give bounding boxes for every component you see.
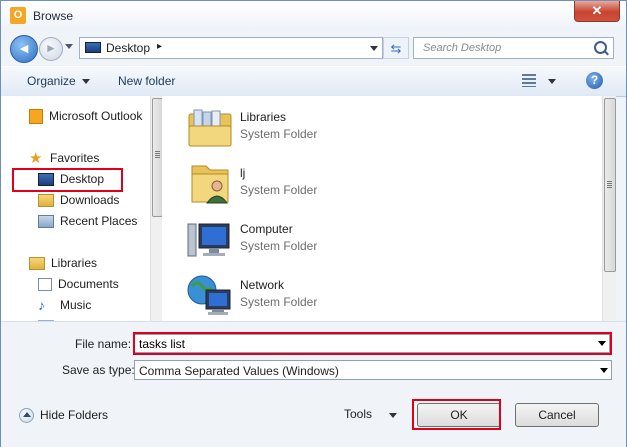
- music-icon: ♪: [38, 297, 45, 314]
- save-as-type-value: Comma Separated Values (Windows): [139, 364, 339, 378]
- grip-icon: [607, 181, 612, 188]
- hide-folders-button[interactable]: Hide Folders: [19, 408, 109, 424]
- change-view-icon[interactable]: [522, 74, 536, 87]
- back-button[interactable]: ◄: [10, 35, 38, 63]
- address-bar[interactable]: Desktop ▸: [79, 37, 383, 59]
- organize-button[interactable]: Organize: [27, 74, 90, 88]
- hide-folders-label: Hide Folders: [40, 408, 109, 422]
- sidebar-item-label: Documents: [58, 277, 119, 291]
- network-icon: [187, 275, 231, 315]
- forward-button[interactable]: ►: [39, 37, 63, 61]
- close-button[interactable]: ✕: [574, 1, 620, 22]
- save-as-type-select[interactable]: Comma Separated Values (Windows): [134, 360, 612, 380]
- file-name: Network: [240, 278, 285, 292]
- file-name: Computer: [240, 222, 293, 236]
- file-type: System Folder: [240, 295, 318, 309]
- sidebar-item-label: Favorites: [50, 151, 100, 165]
- file-name-label: File name:: [75, 337, 132, 351]
- tools-button[interactable]: Tools: [344, 407, 372, 421]
- file-name-input[interactable]: [134, 334, 610, 353]
- ok-button[interactable]: OK: [417, 403, 501, 427]
- save-options-panel: File name: Save as type: Comma Separated…: [1, 321, 626, 447]
- tools-dropdown-icon[interactable]: [389, 413, 397, 418]
- new-folder-button[interactable]: New folder: [118, 74, 175, 88]
- address-text[interactable]: Desktop: [106, 41, 150, 55]
- sidebar-item-label: Microsoft Outlook: [49, 109, 143, 123]
- breadcrumb-chevron-icon[interactable]: ▸: [157, 41, 162, 52]
- sidebar-item-label: Desktop: [60, 172, 105, 186]
- collapse-up-icon: [19, 408, 34, 424]
- libraries-icon: [29, 257, 45, 271]
- sidebar-item-label: Libraries: [51, 256, 98, 270]
- navigation-bar: ◄ ► Desktop ▸ ⇆ Search Desktop: [1, 31, 626, 65]
- user-folder-icon: [191, 165, 229, 204]
- organize-label: Organize: [27, 74, 76, 88]
- browse-dialog: O Browse ✕ ◄ ► Desktop ▸ ⇆ Search Deskto…: [0, 0, 627, 447]
- file-name: lj: [240, 166, 246, 180]
- window-title: Browse: [33, 9, 74, 23]
- command-toolbar: Organize New folder ?: [1, 66, 626, 97]
- search-icon[interactable]: [594, 41, 607, 54]
- file-type: System Folder: [240, 183, 318, 197]
- file-type: System Folder: [240, 127, 318, 141]
- refresh-button[interactable]: ⇆: [383, 37, 409, 59]
- grip-icon: [155, 151, 160, 158]
- file-type: System Folder: [240, 239, 318, 253]
- title-bar: O Browse ✕: [1, 1, 626, 31]
- recent-locations-dropdown-icon[interactable]: [65, 44, 73, 49]
- outlook-app-icon: O: [10, 7, 26, 24]
- computer-icon: [187, 223, 230, 257]
- save-as-type-label: Save as type:: [62, 363, 135, 377]
- navigation-pane: Microsoft Outlook ★ Favorites Desktop Dow…: [1, 96, 154, 321]
- sidebar-item-recent-places[interactable]: Recent Places: [38, 212, 137, 230]
- sidebar-item-label: Recent Places: [60, 214, 138, 228]
- chevron-down-icon: [81, 79, 90, 85]
- downloads-icon: [38, 194, 54, 208]
- documents-icon: [38, 278, 52, 292]
- file-name: Libraries: [240, 110, 287, 124]
- desktop-icon: [38, 173, 54, 187]
- cancel-button[interactable]: Cancel: [515, 403, 599, 427]
- search-box[interactable]: Search Desktop: [413, 37, 614, 59]
- sidebar-item-downloads[interactable]: Downloads: [38, 191, 119, 209]
- sidebar-item-music[interactable]: ♪ Music: [38, 296, 91, 314]
- star-icon: ★: [29, 150, 43, 168]
- file-name-dropdown-icon[interactable]: [598, 341, 606, 346]
- view-options-dropdown-icon[interactable]: [548, 79, 556, 84]
- desktop-icon: [85, 42, 101, 53]
- file-list-scrollbar[interactable]: [602, 96, 616, 321]
- outlook-icon: [29, 109, 43, 125]
- sidebar-item-favorites[interactable]: ★ Favorites: [29, 149, 99, 167]
- sidebar-item-label: Downloads: [60, 193, 120, 207]
- sidebar-item-label: Music: [60, 298, 92, 312]
- recent-places-icon: [38, 215, 54, 229]
- sidebar-item-desktop[interactable]: Desktop: [38, 170, 104, 188]
- file-list: Libraries System Folder lj System Folder…: [167, 96, 603, 321]
- chevron-down-icon: [600, 368, 608, 373]
- sidebar-item-documents[interactable]: Documents: [38, 275, 119, 293]
- sidebar-item-microsoft-outlook[interactable]: Microsoft Outlook: [29, 107, 142, 125]
- search-placeholder[interactable]: Search Desktop: [423, 42, 501, 54]
- libraries-folder-icon: [188, 109, 232, 147]
- sidebar-item-libraries[interactable]: Libraries: [29, 254, 97, 272]
- scrollbar-thumb[interactable]: [604, 98, 616, 272]
- help-icon[interactable]: ?: [586, 72, 603, 89]
- address-dropdown-icon[interactable]: [370, 46, 378, 51]
